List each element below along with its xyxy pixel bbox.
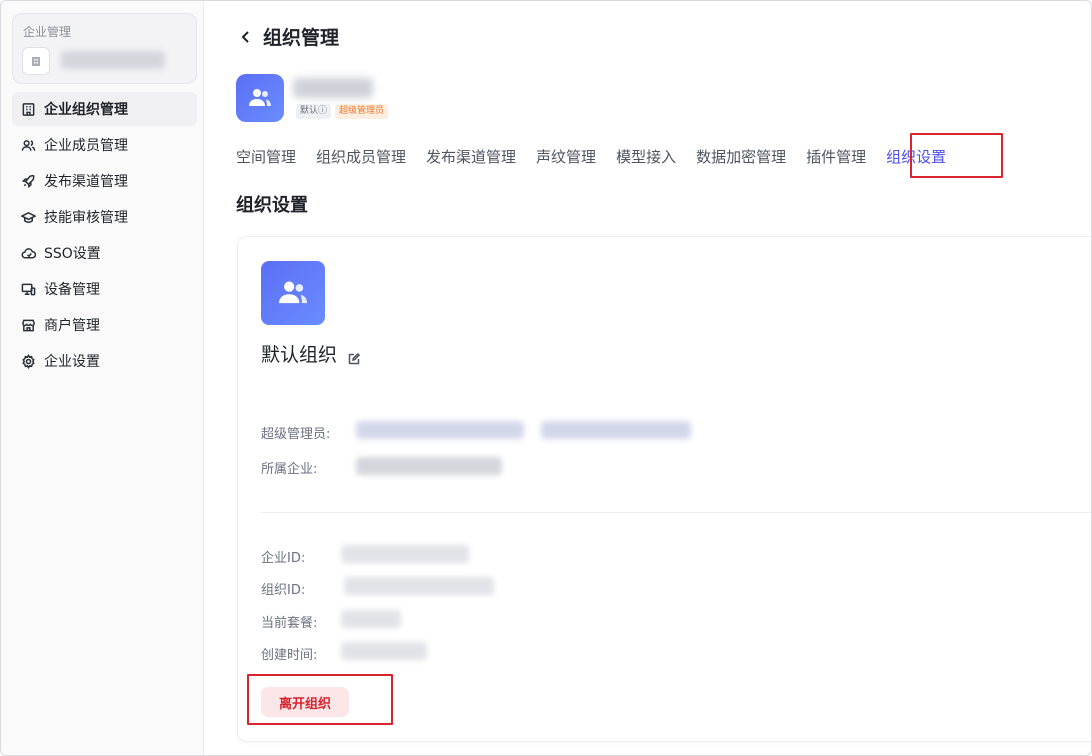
- super-admin-tag: 超级管理员: [335, 104, 389, 119]
- sidebar-item-sso[interactable]: SSO设置: [12, 236, 197, 270]
- building-icon: [20, 101, 36, 117]
- sidebar-item-label: 设备管理: [44, 282, 100, 298]
- group-icon: [249, 89, 271, 106]
- sidebar-nav: 企业组织管理 企业成员管理 发布渠道管理 技能审核管理 SSO设置 设备管理 商…: [12, 92, 197, 380]
- sidebar-item-merchants[interactable]: 商户管理: [12, 308, 197, 342]
- devices-icon: [20, 281, 36, 297]
- org-id-value-redacted: [344, 577, 494, 595]
- store-icon: [20, 317, 36, 333]
- tab-org-members[interactable]: 组织成员管理: [316, 145, 406, 169]
- sidebar-item-label: 企业组织管理: [44, 102, 128, 118]
- app-window: 企业管理 企业组织管理 企业成员管理 发布渠道管理 技能审核管理 SSO设置 设…: [0, 0, 1092, 756]
- super-admin-value-redacted: [356, 421, 524, 439]
- sidebar-item-label: 企业成员管理: [44, 138, 128, 154]
- sidebar-item-skill-review[interactable]: 技能审核管理: [12, 200, 197, 234]
- org-settings-card: 默认组织 超级管理员: 所属企业: 企业ID: 组织ID: 当前套餐: 创建时间…: [237, 236, 1091, 742]
- tab-bar: 空间管理 组织成员管理 发布渠道管理 声纹管理 模型接入 数据加密管理 插件管理…: [236, 145, 966, 169]
- chevron-left-icon: [241, 30, 249, 43]
- sidebar-item-label: 企业设置: [44, 354, 100, 370]
- tab-space[interactable]: 空间管理: [236, 145, 296, 169]
- main-content: 组织管理 默认ⓘ 超级管理员 空间管理 组织成员管理 发布渠道管理 声纹管理 模…: [205, 1, 1091, 755]
- leave-button-highlight-box: [247, 674, 393, 725]
- graduation-cap-icon: [20, 209, 36, 225]
- org-card-avatar: [261, 261, 325, 325]
- back-button[interactable]: 组织管理: [239, 23, 339, 50]
- edit-icon[interactable]: [348, 348, 361, 364]
- org-name-row: 默认组织: [261, 340, 361, 367]
- created-time-label: 创建时间:: [261, 648, 318, 663]
- sidebar-item-label: 发布渠道管理: [44, 174, 128, 190]
- enterprise-label: 所属企业:: [261, 462, 318, 477]
- sidebar-item-label: SSO设置: [44, 246, 101, 262]
- tab-plugins[interactable]: 插件管理: [806, 145, 866, 169]
- sidebar: 企业管理 企业组织管理 企业成员管理 发布渠道管理 技能审核管理 SSO设置 设…: [1, 1, 204, 755]
- tab-model-access[interactable]: 模型接入: [616, 145, 676, 169]
- plan-label: 当前套餐:: [261, 616, 318, 631]
- card-divider: [261, 512, 1091, 513]
- org-header: 默认ⓘ 超级管理员: [236, 74, 389, 122]
- org-name: 默认组织: [261, 344, 338, 366]
- sidebar-item-enterprise-settings[interactable]: 企业设置: [12, 344, 197, 378]
- rocket-icon: [20, 173, 36, 189]
- sidebar-item-enterprise-org[interactable]: 企业组织管理: [12, 92, 197, 126]
- org-avatar: [236, 74, 284, 122]
- plan-value-redacted: [341, 610, 401, 628]
- enterprise-switcher-label: 企业管理: [23, 25, 72, 39]
- sidebar-item-label: 商户管理: [44, 318, 100, 334]
- page-title: 组织管理: [263, 27, 340, 49]
- tab-publish-channels[interactable]: 发布渠道管理: [426, 145, 516, 169]
- tab-voiceprint[interactable]: 声纹管理: [536, 145, 596, 169]
- sidebar-item-publish-channels[interactable]: 发布渠道管理: [12, 164, 197, 198]
- enterprise-switcher[interactable]: 企业管理: [12, 13, 197, 84]
- group-icon: [279, 281, 307, 304]
- users-icon: [20, 137, 36, 153]
- created-time-value-redacted: [341, 642, 427, 660]
- sidebar-item-devices[interactable]: 设备管理: [12, 272, 197, 306]
- super-admin-value-redacted-2: [541, 421, 691, 439]
- sidebar-item-label: 技能审核管理: [44, 210, 128, 226]
- org-id-label: 组织ID:: [261, 583, 306, 598]
- cloud-icon: [20, 245, 36, 261]
- org-name-redacted: [293, 78, 373, 98]
- sidebar-item-enterprise-members[interactable]: 企业成员管理: [12, 128, 197, 162]
- enterprise-name-redacted: [61, 51, 165, 69]
- enterprise-building-icon: [22, 47, 50, 75]
- super-admin-label: 超级管理员:: [261, 427, 331, 442]
- enterprise-id-label: 企业ID:: [261, 551, 306, 566]
- tab-data-encryption[interactable]: 数据加密管理: [696, 145, 786, 169]
- default-tag: 默认ⓘ: [296, 104, 332, 119]
- gear-icon: [20, 353, 36, 369]
- enterprise-value-redacted: [356, 457, 502, 475]
- tab-highlight-box: [910, 133, 1003, 178]
- enterprise-id-value-redacted: [341, 545, 469, 563]
- org-tags: 默认ⓘ 超级管理员: [296, 104, 389, 119]
- section-title: 组织设置: [236, 195, 308, 216]
